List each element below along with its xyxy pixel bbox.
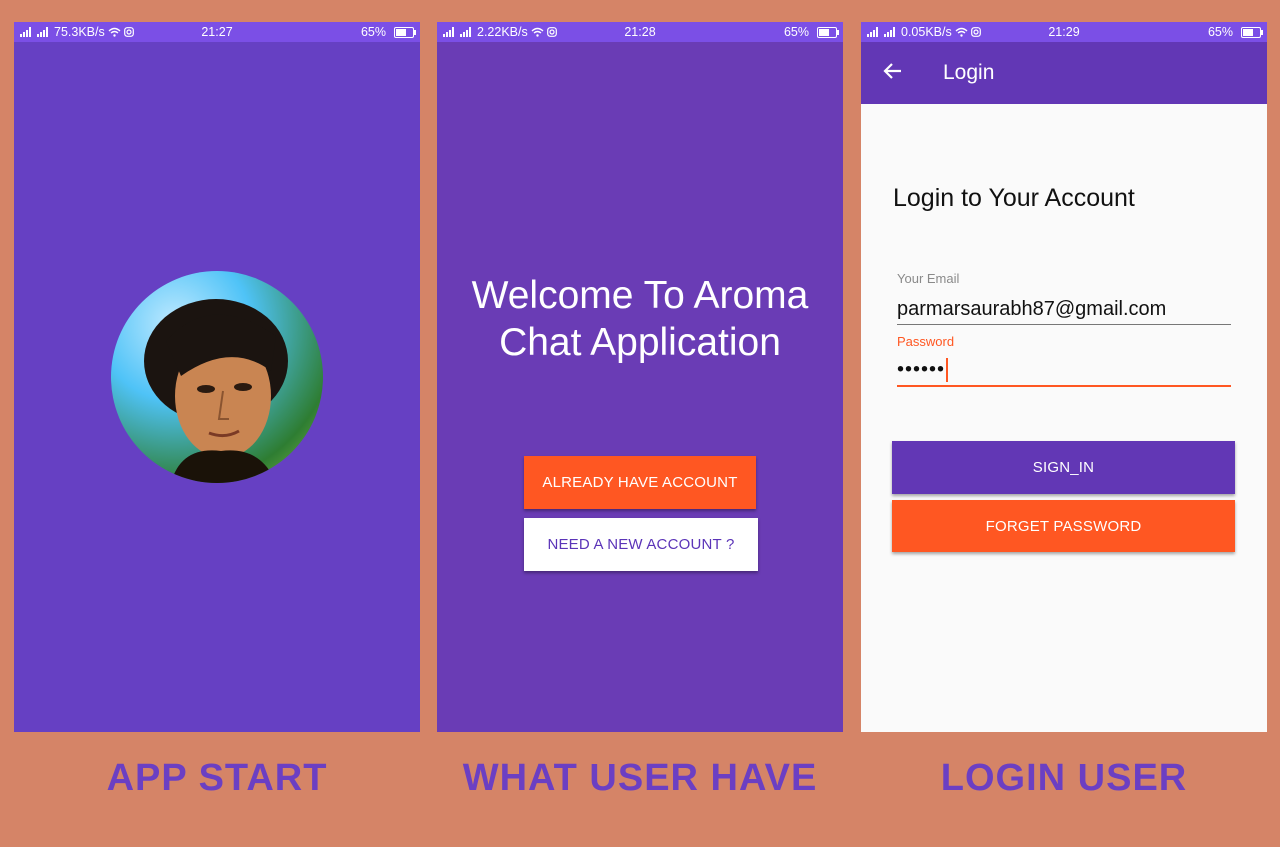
caption-what-user-have: WHAT USER HAVE bbox=[462, 757, 818, 799]
email-underline bbox=[897, 324, 1231, 325]
status-time: 21:28 bbox=[624, 25, 656, 39]
battery-icon bbox=[394, 26, 416, 38]
status-bar: 75.3KB/s 21:27 65% bbox=[14, 22, 420, 42]
profile-avatar bbox=[111, 271, 323, 483]
welcome-title: Welcome To Aroma Chat Application bbox=[437, 272, 843, 366]
email-label: Your Email bbox=[897, 271, 960, 286]
already-have-account-button[interactable]: ALREADY HAVE ACCOUNT bbox=[524, 456, 756, 509]
forget-password-button[interactable]: FORGET PASSWORD bbox=[892, 500, 1235, 552]
app-bar: Login bbox=[861, 42, 1267, 104]
caption-app-start: APP START bbox=[106, 757, 328, 799]
caption-login-user: LOGIN USER bbox=[940, 757, 1188, 799]
app-start-screen: 75.3KB/s 21:27 65% bbox=[14, 22, 420, 732]
battery-percent: 65% bbox=[360, 25, 386, 39]
welcome-line-2: Chat Application bbox=[499, 321, 781, 364]
back-arrow-icon[interactable] bbox=[881, 59, 905, 83]
status-bar: 0.05KB/s 21:29 65% bbox=[861, 22, 1267, 42]
battery-percent: 65% bbox=[1207, 25, 1233, 39]
status-bar: 2.22KB/s 21:28 65% bbox=[437, 22, 843, 42]
password-text: •••••• bbox=[897, 358, 946, 381]
battery-icon bbox=[1241, 26, 1263, 38]
password-underline bbox=[897, 385, 1231, 387]
password-field[interactable]: •••••• bbox=[897, 358, 949, 382]
email-field[interactable]: parmarsaurabh87@gmail.com bbox=[897, 298, 1166, 321]
login-heading: Login to Your Account bbox=[893, 184, 1135, 212]
battery-percent: 65% bbox=[783, 25, 809, 39]
welcome-line-1: Welcome To Aroma bbox=[471, 274, 809, 317]
text-cursor bbox=[946, 358, 949, 382]
status-time: 21:29 bbox=[1048, 25, 1080, 39]
status-time: 21:27 bbox=[201, 25, 233, 39]
welcome-screen: 2.22KB/s 21:28 65% Welcome To Aroma Chat… bbox=[437, 22, 843, 732]
password-label: Password bbox=[897, 334, 955, 349]
battery-icon bbox=[817, 26, 839, 38]
login-screen: 0.05KB/s 21:29 65% Login Login to Your A… bbox=[861, 22, 1267, 732]
sign-in-button[interactable]: SIGN_IN bbox=[892, 441, 1235, 494]
profile-photo bbox=[144, 299, 288, 483]
app-bar-title: Login bbox=[943, 61, 995, 84]
need-new-account-button[interactable]: NEED A NEW ACCOUNT ? bbox=[524, 518, 758, 571]
